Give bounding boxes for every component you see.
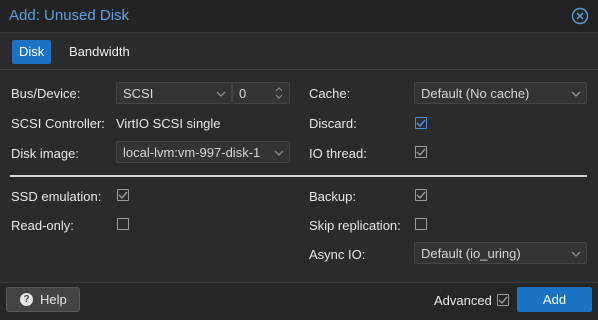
add-button[interactable]: Add bbox=[517, 287, 592, 312]
bus-select-value: SCSI bbox=[123, 86, 154, 101]
device-stepper-value: 0 bbox=[239, 86, 247, 101]
section-divider bbox=[10, 175, 587, 177]
async-io-value: Default (io_uring) bbox=[421, 246, 521, 261]
tab-bar: Disk Bandwidth bbox=[0, 33, 598, 70]
chevron-down-icon bbox=[571, 83, 581, 103]
bus-device-label: Bus/Device: bbox=[11, 86, 81, 101]
read-only-checkbox[interactable] bbox=[117, 218, 129, 230]
close-circle-icon[interactable] bbox=[571, 7, 589, 25]
scsi-controller-label: SCSI Controller: bbox=[11, 116, 105, 131]
cache-label: Cache: bbox=[309, 86, 351, 101]
add-disk-dialog: Add: Unused Disk Disk Bandwidth Bus/Devi… bbox=[0, 0, 598, 320]
help-button-label: Help bbox=[40, 292, 67, 307]
advanced-checkbox[interactable] bbox=[497, 294, 509, 306]
bus-select[interactable]: SCSI bbox=[116, 82, 232, 104]
async-io-label: Async IO: bbox=[309, 247, 366, 262]
spinner-arrows-icon[interactable] bbox=[275, 84, 283, 102]
tab-disk[interactable]: Disk bbox=[12, 40, 52, 64]
io-thread-label: IO thread: bbox=[309, 146, 367, 161]
chevron-down-icon bbox=[274, 142, 284, 162]
async-io-select[interactable]: Default (io_uring) bbox=[414, 242, 587, 264]
scsi-controller-value: VirtIO SCSI single bbox=[116, 116, 221, 131]
disk-image-select[interactable]: local-lvm:vm-997-disk-1 bbox=[116, 141, 290, 163]
skip-replication-label: Skip replication: bbox=[309, 218, 401, 233]
disk-image-label: Disk image: bbox=[11, 146, 79, 161]
advanced-label: Advanced bbox=[434, 293, 492, 308]
question-circle-icon: ? bbox=[20, 293, 33, 306]
ssd-emulation-label: SSD emulation: bbox=[11, 189, 102, 204]
dialog-title: Add: Unused Disk bbox=[9, 7, 130, 24]
dialog-titlebar: Add: Unused Disk bbox=[0, 0, 598, 33]
cache-select[interactable]: Default (No cache) bbox=[414, 82, 587, 104]
discard-label: Discard: bbox=[309, 116, 357, 131]
disk-image-value: local-lvm:vm-997-disk-1 bbox=[123, 145, 261, 160]
read-only-label: Read-only: bbox=[11, 218, 74, 233]
dialog-footer: ? Help Advanced Add bbox=[0, 282, 598, 320]
ssd-emulation-checkbox[interactable] bbox=[117, 189, 129, 201]
chevron-down-icon bbox=[216, 83, 226, 103]
chevron-down-icon bbox=[571, 243, 581, 263]
tab-bandwidth[interactable]: Bandwidth bbox=[62, 40, 137, 64]
discard-checkbox[interactable] bbox=[415, 117, 427, 129]
backup-checkbox[interactable] bbox=[415, 189, 427, 201]
io-thread-checkbox[interactable] bbox=[415, 146, 427, 158]
skip-replication-checkbox[interactable] bbox=[415, 218, 427, 230]
backup-label: Backup: bbox=[309, 189, 356, 204]
cache-value: Default (No cache) bbox=[421, 86, 530, 101]
help-button[interactable]: ? Help bbox=[6, 287, 80, 312]
device-stepper[interactable]: 0 bbox=[232, 82, 290, 104]
